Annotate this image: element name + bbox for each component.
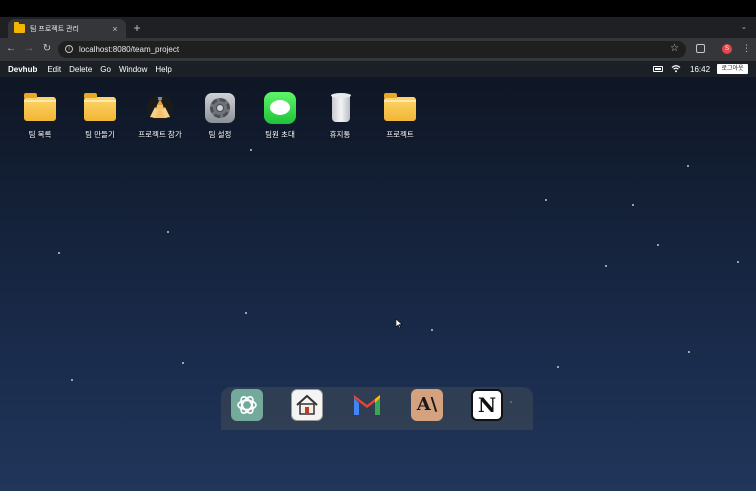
- extensions-icon[interactable]: [696, 44, 705, 53]
- desktop-icon-label: 팀 목록: [28, 130, 52, 139]
- notion-icon[interactable]: N: [471, 389, 503, 421]
- tab-close-icon[interactable]: ×: [110, 24, 120, 34]
- desktop-icon-label: 팀 설정: [208, 130, 232, 139]
- chatgpt-icon[interactable]: [231, 389, 263, 421]
- tab-folder-icon: [14, 22, 25, 33]
- tab-title: 팀 프로젝트 관리: [30, 25, 79, 33]
- desktop-icon-project[interactable]: 프로젝트: [370, 91, 430, 140]
- menubar-clock: 16:42: [690, 65, 711, 74]
- mouse-cursor-icon: [396, 319, 403, 329]
- active-tab[interactable]: 팀 프로젝트 관리 ×: [8, 19, 126, 38]
- gear-icon: [205, 93, 235, 123]
- browser-menu-icon[interactable]: ⋮: [742, 43, 751, 54]
- menu-edit[interactable]: Edit: [47, 65, 61, 74]
- tab-search-chevron-icon[interactable]: ⌄: [741, 23, 747, 31]
- desktop-icon-label: 팀 만들기: [85, 130, 115, 139]
- home-icon[interactable]: [291, 389, 323, 421]
- menu-go[interactable]: Go: [100, 65, 111, 74]
- back-button[interactable]: ←: [5, 43, 17, 55]
- desktop-icon-create-team[interactable]: 팀 만들기: [70, 91, 130, 140]
- url-text[interactable]: localhost:8080/team_project: [79, 45, 179, 54]
- folder-icon: [84, 93, 116, 121]
- desktop-icon-label: 프로젝트: [386, 130, 414, 139]
- desktop-icon-label: 프로젝트 참가: [138, 130, 182, 139]
- battery-icon: [653, 66, 663, 72]
- folder-icon: [24, 93, 56, 121]
- desktop-icon-team-settings[interactable]: 팀 설정: [190, 91, 250, 140]
- desktop-icon-label: 팀원 초대: [265, 130, 295, 139]
- menu-window[interactable]: Window: [119, 65, 147, 74]
- trash-icon: [331, 93, 351, 123]
- logout-button[interactable]: 로그아웃: [717, 64, 748, 74]
- gmail-icon[interactable]: [351, 389, 383, 421]
- anthropic-icon[interactable]: A\: [411, 389, 443, 421]
- bookmark-star-icon[interactable]: ☆: [670, 43, 679, 54]
- profile-avatar[interactable]: S: [722, 44, 732, 54]
- forward-button[interactable]: →: [23, 43, 35, 55]
- desktop-background: Devhub Edit Delete Go Window Help 16:42 …: [0, 61, 756, 491]
- desktop-icon-trash[interactable]: 휴지통: [310, 91, 370, 140]
- site-info-icon[interactable]: i: [65, 45, 73, 53]
- app-menubar: Devhub Edit Delete Go Window Help 16:42 …: [0, 61, 756, 77]
- desktop-icon-team-list[interactable]: 팀 목록: [10, 91, 70, 140]
- desktop-icon-invite-member[interactable]: 팀원 초대: [250, 91, 310, 140]
- desktop-icon-label: 휴지통: [329, 130, 351, 139]
- new-tab-button[interactable]: +: [131, 21, 143, 35]
- menu-help[interactable]: Help: [155, 65, 171, 74]
- folder-icon: [384, 93, 416, 121]
- messages-icon: [264, 92, 296, 124]
- menu-brand[interactable]: Devhub: [8, 65, 37, 74]
- wifi-icon: [671, 64, 681, 75]
- reload-button[interactable]: ↻: [41, 43, 53, 55]
- desktop-icon-join-project[interactable]: 프로젝트 참가: [130, 91, 190, 140]
- team-hands-icon: [147, 95, 173, 121]
- menu-delete[interactable]: Delete: [69, 65, 92, 74]
